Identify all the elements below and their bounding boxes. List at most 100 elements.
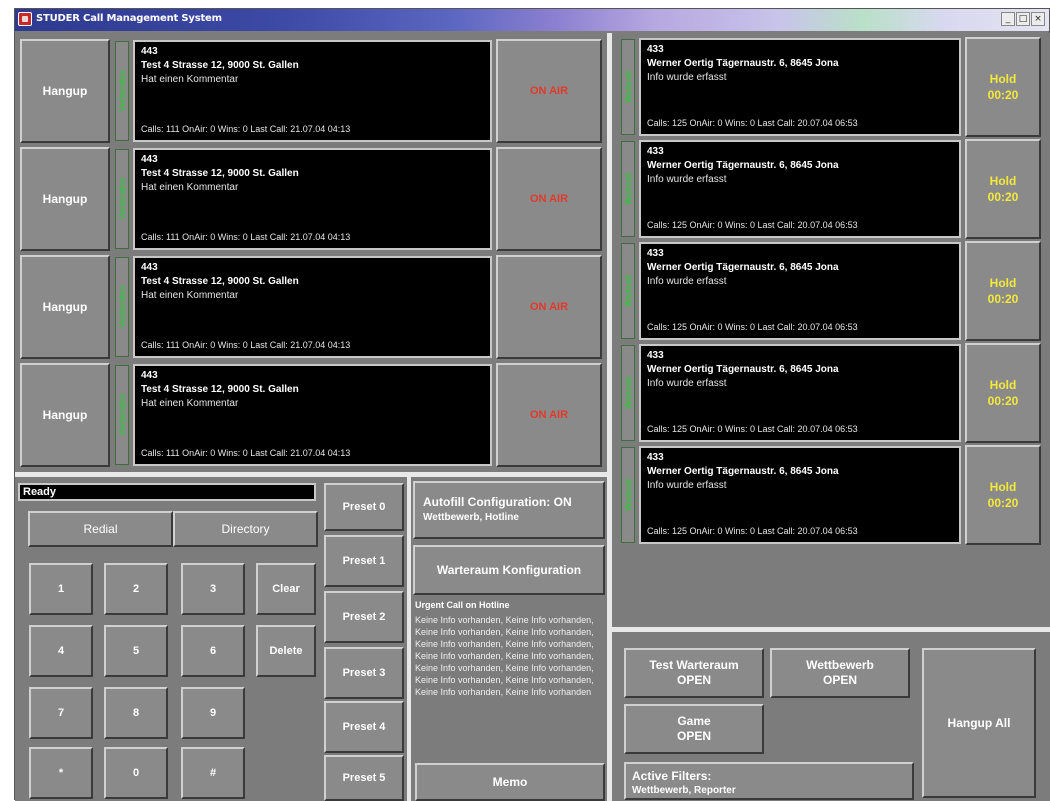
caller-number: 433	[647, 146, 664, 157]
on-air-button[interactable]: ON AIR	[496, 363, 602, 467]
key-1[interactable]: 1	[29, 563, 93, 615]
caller-comment: Info wurde erfasst	[647, 174, 727, 185]
hold-button[interactable]: Hold 00:20	[965, 139, 1041, 239]
caller-address: Werner Oertig Tägernaustr. 6, 8645 Jona	[647, 262, 839, 273]
call-status-indicator: Wartend	[621, 141, 635, 237]
directory-button[interactable]: Directory	[173, 511, 318, 547]
hangup-button[interactable]: Hangup	[20, 147, 110, 251]
caller-number: 443	[141, 262, 158, 273]
clear-button[interactable]: Clear	[256, 563, 316, 615]
caller-info-box[interactable]: 433 Werner Oertig Tägernaustr. 6, 8645 J…	[639, 38, 961, 136]
key-8[interactable]: 8	[104, 687, 168, 739]
caller-info-box[interactable]: 433 Werner Oertig Tägernaustr. 6, 8645 J…	[639, 446, 961, 544]
hangup-button[interactable]: Hangup	[20, 255, 110, 359]
caller-stats: Calls: 125 OnAir: 0 Wins: 0 Last Call: 2…	[647, 220, 858, 230]
hold-timer: 00:20	[987, 190, 1019, 204]
caller-info-box[interactable]: 443 Test 4 Strasse 12, 9000 St. Gallen H…	[133, 256, 492, 358]
caller-info-box[interactable]: 433 Werner Oertig Tägernaustr. 6, 8645 J…	[639, 242, 961, 340]
hold-button[interactable]: Hold 00:20	[965, 445, 1041, 545]
hangup-all-button[interactable]: Hangup All	[922, 648, 1036, 798]
caller-stats: Calls: 111 OnAir: 0 Wins: 0 Last Call: 2…	[141, 232, 351, 242]
group-state: OPEN	[676, 673, 711, 687]
app-icon	[18, 12, 32, 26]
caller-number: 443	[141, 370, 158, 381]
memo-button[interactable]: Memo	[415, 763, 605, 801]
group-state: OPEN	[676, 729, 711, 743]
caller-stats: Calls: 125 OnAir: 0 Wins: 0 Last Call: 2…	[647, 424, 858, 434]
key-4[interactable]: 4	[29, 625, 93, 677]
waiting-room-configuration-button[interactable]: Warteraum Konfiguration	[413, 545, 605, 595]
caller-info-box[interactable]: 443 Test 4 Strasse 12, 9000 St. Gallen H…	[133, 148, 492, 250]
preset-2-button[interactable]: Preset 2	[324, 591, 404, 643]
presets-panel: Preset 0 Preset 1 Preset 2 Preset 3 Pres…	[320, 477, 407, 801]
window-title: STUDER Call Management System	[36, 13, 222, 24]
on-air-button[interactable]: ON AIR	[496, 255, 602, 359]
active-call-row: Hangup Verbunden 443 Test 4 Strasse 12, …	[20, 255, 602, 361]
hangup-button[interactable]: Hangup	[20, 39, 110, 143]
app-window: STUDER Call Management System _ □ × Hang…	[14, 8, 1050, 801]
call-status-indicator: Wartend	[621, 447, 635, 543]
test-warteraum-button[interactable]: Test Warteraum OPEN	[624, 648, 764, 698]
caller-stats: Calls: 125 OnAir: 0 Wins: 0 Last Call: 2…	[647, 526, 858, 536]
minimize-button[interactable]: _	[1001, 12, 1015, 26]
caller-address: Werner Oertig Tägernaustr. 6, 8645 Jona	[647, 160, 839, 171]
hold-label: Hold	[989, 480, 1017, 494]
info-body: Keine Info vorhanden, Keine Info vorhand…	[415, 615, 594, 697]
caller-stats: Calls: 111 OnAir: 0 Wins: 0 Last Call: 2…	[141, 340, 351, 350]
key-2[interactable]: 2	[104, 563, 168, 615]
key-star[interactable]: *	[29, 747, 93, 799]
key-0[interactable]: 0	[104, 747, 168, 799]
call-status-label: Wartend	[623, 377, 633, 409]
on-air-button[interactable]: ON AIR	[496, 39, 602, 143]
title-bar[interactable]: STUDER Call Management System _ □ ×	[15, 9, 1049, 31]
call-status-label: Wartend	[623, 275, 633, 307]
call-status-indicator: Wartend	[621, 39, 635, 135]
waiting-call-row: Wartend 433 Werner Oertig Tägernaustr. 6…	[617, 139, 1045, 239]
autofill-configuration-button[interactable]: Autofill Configuration: ON Wettbewerb, H…	[413, 481, 605, 539]
hold-button[interactable]: Hold 00:20	[965, 241, 1041, 341]
hangup-button[interactable]: Hangup	[20, 363, 110, 467]
caller-number: 433	[647, 248, 664, 259]
key-9[interactable]: 9	[181, 687, 245, 739]
maximize-button[interactable]: □	[1016, 12, 1030, 26]
caller-number: 433	[647, 350, 664, 361]
preset-4-button[interactable]: Preset 4	[324, 701, 404, 753]
autofill-status: Autofill Configuration: ON	[423, 495, 572, 509]
key-6[interactable]: 6	[181, 625, 245, 677]
group-name: Wettbewerb	[806, 658, 874, 672]
preset-3-button[interactable]: Preset 3	[324, 647, 404, 699]
hold-timer: 00:20	[987, 496, 1019, 510]
key-7[interactable]: 7	[29, 687, 93, 739]
active-filters-label: Active Filters:	[632, 769, 712, 783]
info-title: Urgent Call on Hotline	[415, 600, 510, 610]
caller-comment: Info wurde erfasst	[647, 72, 727, 83]
preset-0-button[interactable]: Preset 0	[324, 483, 404, 531]
delete-button[interactable]: Delete	[256, 625, 316, 677]
on-air-button[interactable]: ON AIR	[496, 147, 602, 251]
caller-stats: Calls: 125 OnAir: 0 Wins: 0 Last Call: 2…	[647, 322, 858, 332]
caller-comment: Hat einen Kommentar	[141, 290, 239, 301]
hold-label: Hold	[989, 378, 1017, 392]
wettbewerb-button[interactable]: Wettbewerb OPEN	[770, 648, 910, 698]
active-calls-panel: Hangup Verbunden 443 Test 4 Strasse 12, …	[15, 33, 607, 473]
caller-address: Test 4 Strasse 12, 9000 St. Gallen	[141, 384, 299, 395]
key-5[interactable]: 5	[104, 625, 168, 677]
key-3[interactable]: 3	[181, 563, 245, 615]
call-status-indicator: Verbunden	[115, 365, 129, 465]
close-button[interactable]: ×	[1031, 12, 1045, 26]
game-button[interactable]: Game OPEN	[624, 704, 764, 754]
active-filters-box[interactable]: Active Filters: Wettbewerb, Reporter	[624, 762, 914, 800]
caller-number: 443	[141, 154, 158, 165]
call-status-indicator: Wartend	[621, 345, 635, 441]
preset-1-button[interactable]: Preset 1	[324, 535, 404, 587]
caller-info-box[interactable]: 443 Test 4 Strasse 12, 9000 St. Gallen H…	[133, 364, 492, 466]
hold-button[interactable]: Hold 00:20	[965, 343, 1041, 443]
key-hash[interactable]: #	[181, 747, 245, 799]
caller-info-box[interactable]: 443 Test 4 Strasse 12, 9000 St. Gallen H…	[133, 40, 492, 142]
caller-info-box[interactable]: 433 Werner Oertig Tägernaustr. 6, 8645 J…	[639, 140, 961, 238]
hold-button[interactable]: Hold 00:20	[965, 37, 1041, 137]
caller-info-box[interactable]: 433 Werner Oertig Tägernaustr. 6, 8645 J…	[639, 344, 961, 442]
preset-5-button[interactable]: Preset 5	[324, 755, 404, 801]
caller-comment: Hat einen Kommentar	[141, 74, 239, 85]
redial-button[interactable]: Redial	[28, 511, 173, 547]
